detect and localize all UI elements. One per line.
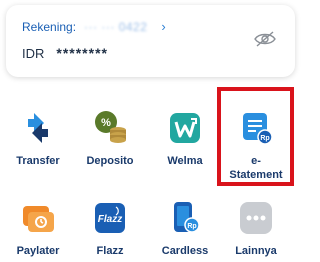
menu-item-flazz[interactable]: Flazz Flazz [75, 200, 145, 258]
currency-label: IDR [22, 45, 45, 61]
menu-item-welma[interactable]: Welma [150, 110, 220, 168]
account-row: Rekening: ··· ··· 0422 › [22, 19, 166, 34]
more-icon [240, 202, 272, 234]
svg-text:Rp: Rp [187, 223, 196, 230]
menu-item-deposito[interactable]: % Deposito [75, 110, 145, 168]
svg-text:%: % [101, 117, 111, 129]
balance-row: IDR ******** [22, 45, 108, 61]
menu-label: Paylater [16, 245, 60, 257]
menu-item-paylater[interactable]: Paylater [3, 200, 73, 258]
highlight-box [217, 87, 294, 186]
menu-item-cardless[interactable]: Rp Cardless [150, 200, 220, 258]
deposito-icon: % [95, 111, 126, 143]
hidden-balance: ******** [56, 45, 108, 61]
menu-label: Transfer [16, 155, 60, 167]
transfer-icon [28, 113, 48, 143]
menu-label: Welma [167, 155, 203, 167]
svg-text:Flazz: Flazz [98, 214, 122, 225]
flazz-icon: Flazz [95, 203, 125, 233]
menu-label: Lainnya [235, 245, 277, 257]
eye-off-icon[interactable] [254, 31, 276, 47]
account-card[interactable]: Rekening: ··· ··· 0422 › IDR ******** [6, 5, 295, 77]
menu-label: Deposito [86, 155, 134, 167]
cardless-icon: Rp [174, 202, 200, 233]
chevron-right-icon[interactable]: › [161, 19, 165, 34]
menu-item-more[interactable]: Lainnya [221, 200, 291, 258]
paylater-icon [23, 206, 54, 232]
menu-item-transfer[interactable]: Transfer [3, 110, 73, 168]
menu-label: Cardless [161, 245, 209, 257]
account-number: ··· ··· 0422 [84, 19, 148, 34]
account-label: Rekening: [22, 19, 77, 34]
menu-label: Flazz [96, 245, 124, 257]
welma-icon [170, 113, 200, 143]
